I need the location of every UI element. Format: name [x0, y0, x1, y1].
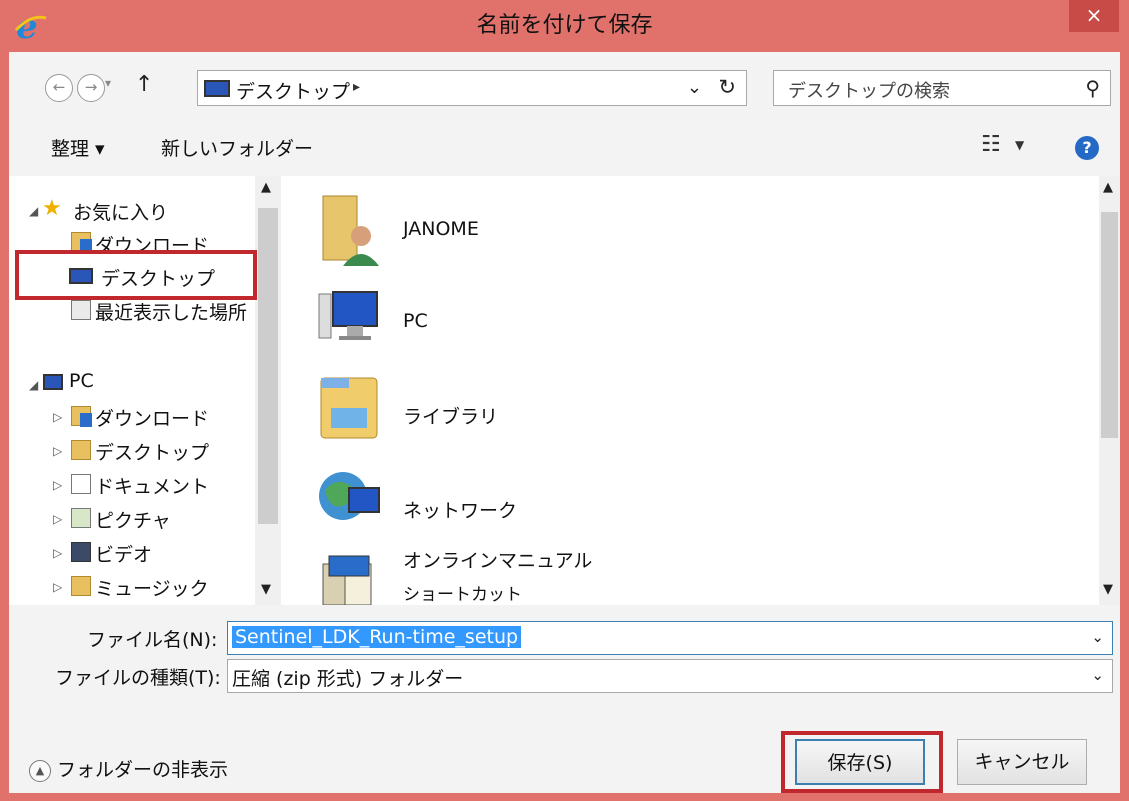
nav-pc-downloads[interactable]: ダウンロード	[95, 404, 209, 431]
nav-favorites[interactable]: お気に入り	[73, 198, 168, 225]
download-folder-icon	[71, 406, 92, 427]
organize-menu[interactable]: 整理 ▾	[51, 134, 105, 161]
close-button[interactable]: ×	[1069, 0, 1119, 32]
address-path[interactable]: デスクトップ	[236, 77, 350, 104]
file-item-manual-sub: ショートカット	[403, 585, 522, 602]
save-button[interactable]: 保存(S)	[795, 739, 925, 785]
desktop-highlight-box	[15, 250, 257, 300]
collapse-arrow-icon[interactable]: ▷	[53, 512, 62, 526]
window-title: 名前を付けて保存	[476, 13, 653, 38]
filetype-value[interactable]: 圧縮 (zip 形式) フォルダー	[232, 664, 463, 691]
file-scroll-down-icon[interactable]: ▼	[1103, 582, 1113, 597]
back-button[interactable]: ←	[45, 74, 73, 102]
chevron-up-icon: ▲	[29, 759, 51, 782]
star-icon: ★	[42, 196, 62, 221]
nav-scroll-up-icon[interactable]: ▲	[261, 180, 271, 195]
nav-pc[interactable]: PC	[69, 370, 94, 392]
address-dropdown-icon[interactable]: ⌄	[687, 77, 702, 98]
documents-icon	[71, 474, 91, 494]
computer-icon	[43, 374, 63, 390]
collapse-arrow-icon[interactable]: ▷	[53, 410, 62, 424]
file-scroll-up-icon[interactable]: ▲	[1103, 180, 1113, 195]
nav-pc-videos[interactable]: ビデオ	[95, 540, 152, 567]
dialog-client: ← → ▾ ↑ デスクトップ ▸ ⌄ ↻ デスクトップの検索 ⚲ 整理 ▾ 新し…	[9, 52, 1120, 793]
download-folder-icon	[71, 232, 92, 253]
library-icon[interactable]	[317, 372, 381, 444]
videos-icon	[71, 542, 91, 562]
nav-pc-music[interactable]: ミュージック	[95, 574, 209, 601]
hide-folders-label: フォルダーの非表示	[57, 759, 229, 781]
forward-button[interactable]: →	[77, 74, 105, 102]
file-scrollbar-thumb[interactable]	[1101, 212, 1118, 438]
collapse-arrow-icon[interactable]: ▷	[53, 478, 62, 492]
new-folder-button[interactable]: 新しいフォルダー	[161, 134, 313, 161]
view-dropdown-icon[interactable]: ▼	[1015, 138, 1024, 152]
search-input[interactable]: デスクトップの検索 ⚲	[773, 70, 1111, 106]
recent-locations-dropdown[interactable]: ▾	[105, 76, 111, 90]
user-folder-icon[interactable]	[317, 192, 381, 272]
address-row: ← → ▾ ↑ デスクトップ ▸ ⌄ ↻ デスクトップの検索 ⚲	[9, 52, 1120, 118]
manual-icon[interactable]	[317, 554, 381, 605]
filetype-dropdown-icon[interactable]: ⌄	[1091, 666, 1104, 684]
search-icon[interactable]: ⚲	[1085, 76, 1100, 100]
filetype-select[interactable]: 圧縮 (zip 形式) フォルダー ⌄	[227, 659, 1113, 693]
file-item-pc[interactable]: PC	[403, 310, 428, 332]
expand-arrow-icon[interactable]: ◢	[29, 204, 38, 218]
up-button[interactable]: ↑	[135, 72, 153, 97]
filename-value[interactable]: Sentinel_LDK_Run-time_setup	[232, 626, 522, 648]
music-icon	[71, 576, 91, 596]
cancel-button[interactable]: キャンセル	[957, 739, 1087, 785]
hide-folders-button[interactable]: ▲ フォルダーの非表示	[29, 755, 228, 782]
collapse-arrow-icon[interactable]: ▷	[53, 444, 62, 458]
collapse-arrow-icon[interactable]: ▷	[53, 546, 62, 560]
nav-scroll-down-icon[interactable]: ▼	[261, 582, 271, 597]
nav-pc-desktop[interactable]: デスクトップ	[95, 438, 209, 465]
desktop-folder-icon	[71, 440, 91, 460]
help-icon[interactable]: ?	[1075, 136, 1099, 160]
file-item-janome[interactable]: JANOME	[403, 218, 479, 240]
expand-arrow-icon[interactable]: ◢	[29, 378, 38, 392]
search-placeholder: デスクトップの検索	[788, 81, 950, 102]
file-item-manual[interactable]: オンラインマニュアル	[403, 546, 592, 573]
view-options-icon[interactable]: ☷	[981, 132, 1001, 157]
file-item-network[interactable]: ネットワーク	[403, 496, 517, 523]
network-icon[interactable]	[317, 466, 381, 530]
toolbar: 整理 ▾ 新しいフォルダー ☷ ▼ ?	[9, 118, 1120, 177]
filename-dropdown-icon[interactable]: ⌄	[1091, 628, 1104, 646]
recent-places-icon	[71, 300, 91, 320]
nav-pc-pictures[interactable]: ピクチャ	[95, 506, 171, 533]
filename-selection[interactable]: Sentinel_LDK_Run-time_setup	[232, 626, 522, 648]
refresh-icon[interactable]: ↻	[718, 75, 736, 99]
save-as-dialog: e 名前を付けて保存 × ← → ▾ ↑ デスクトップ ▸ ⌄ ↻ デスクトップ…	[0, 0, 1129, 801]
file-item-library[interactable]: ライブラリ	[403, 402, 498, 429]
file-list: JANOME PC ライブラリ ネットワーク オンラインマニュアル ショートカッ…	[281, 176, 1120, 605]
collapse-arrow-icon[interactable]: ▷	[53, 580, 62, 594]
nav-fav-recent[interactable]: 最近表示した場所	[95, 298, 247, 325]
filename-label: ファイル名(N):	[87, 629, 218, 651]
navigation-pane: ◢ ★ お気に入り ダウンロード デスクトップ 最近表示した場所 ◢ PC ▷ …	[9, 176, 281, 605]
title-bar[interactable]: e 名前を付けて保存 ×	[0, 0, 1129, 52]
filetype-label: ファイルの種類(T):	[55, 667, 221, 689]
breadcrumb-chevron-icon[interactable]: ▸	[353, 79, 360, 95]
pictures-icon	[71, 508, 91, 528]
nav-scrollbar-thumb[interactable]	[258, 208, 278, 524]
nav-pc-documents[interactable]: ドキュメント	[95, 472, 209, 499]
filename-field[interactable]: Sentinel_LDK_Run-time_setup ⌄	[227, 621, 1113, 655]
save-form: ファイル名(N): Sentinel_LDK_Run-time_setup ⌄ …	[9, 605, 1120, 793]
computer-icon[interactable]	[317, 286, 381, 350]
desktop-icon	[204, 80, 230, 97]
address-bar[interactable]: デスクトップ ▸ ⌄ ↻	[197, 70, 747, 106]
